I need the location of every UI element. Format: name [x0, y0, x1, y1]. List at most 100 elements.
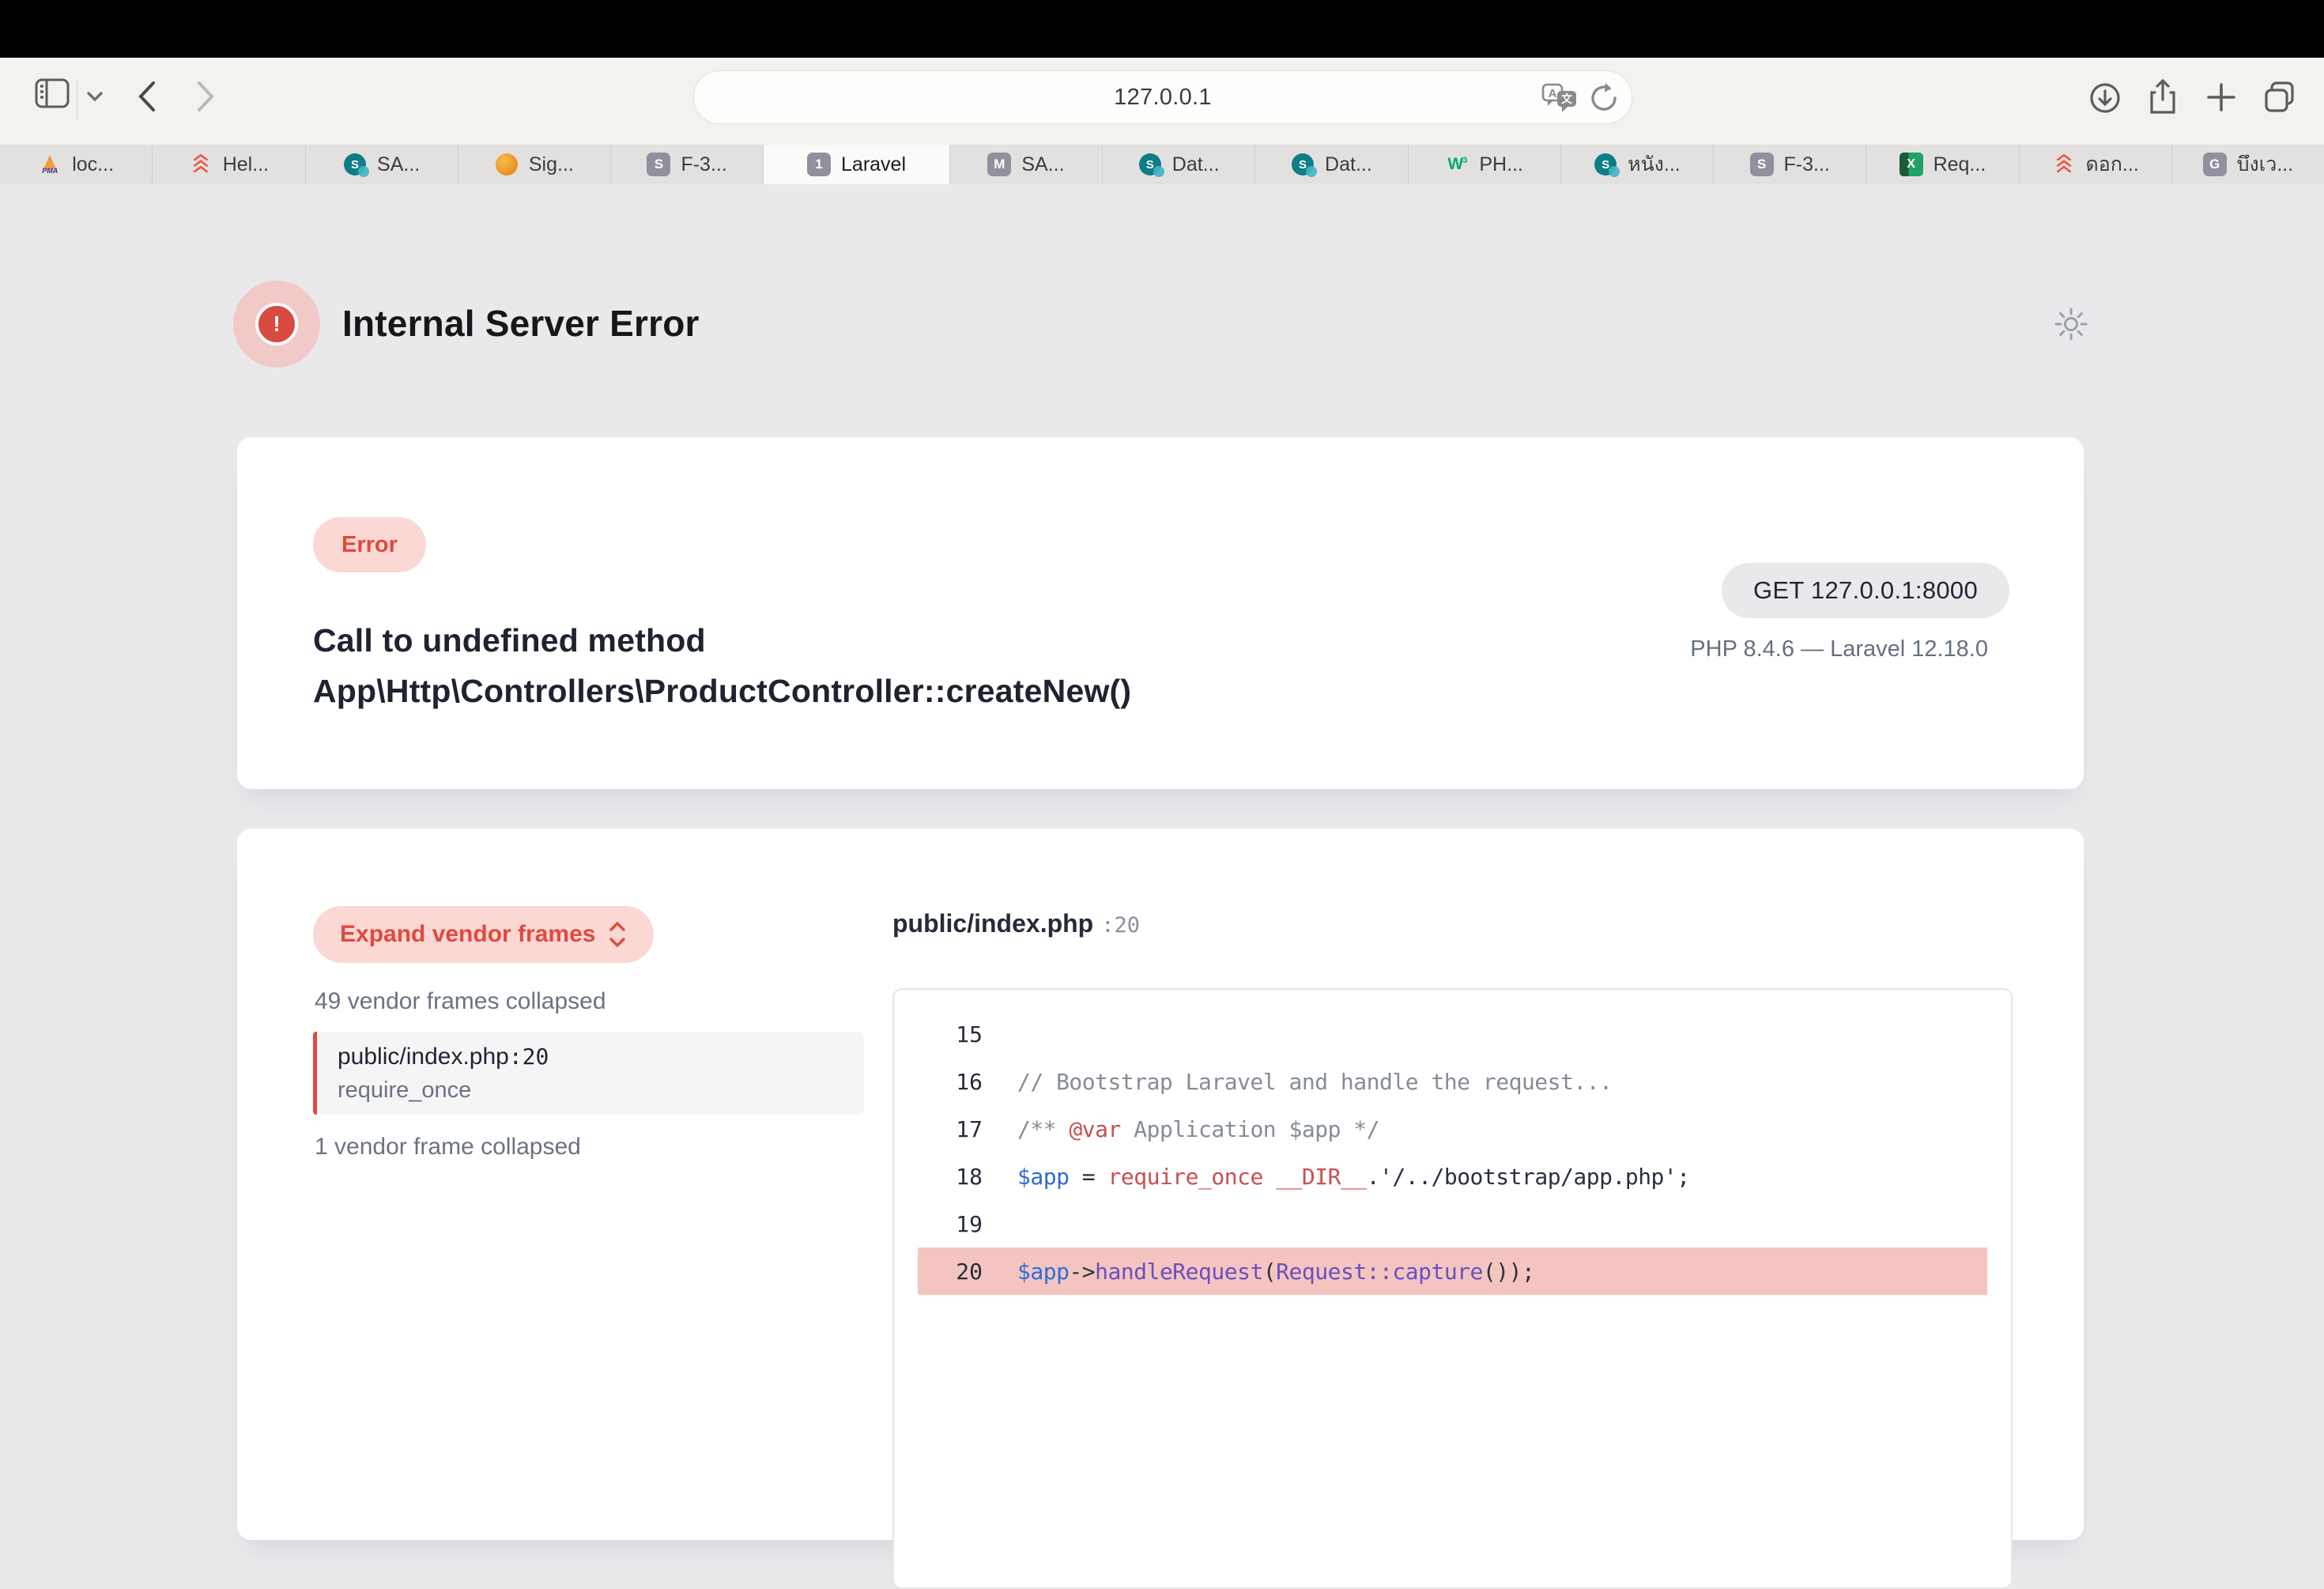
s-gray-favicon: S	[647, 153, 670, 176]
expand-vendor-frames-label: Expand vendor frames	[340, 921, 595, 948]
downloads-button[interactable]	[2088, 81, 2122, 115]
browser-tab[interactable]: ดอก...	[2020, 145, 2172, 184]
code-file-name: public/index.php	[892, 909, 1093, 938]
sharepoint-favicon: S	[1138, 153, 1162, 176]
code-file-header: public/index.php :20	[892, 909, 1140, 938]
tab-label: ดอก...	[2086, 149, 2139, 180]
share-button[interactable]	[2147, 79, 2179, 115]
browser-toolbar: 127.0.0.1 A 文	[0, 58, 2324, 145]
browser-tab[interactable]: S Dat...	[1255, 145, 1408, 184]
code-text: // Bootstrap Laravel and handle the requ…	[1017, 1069, 1612, 1095]
browser-tab[interactable]: Hel...	[153, 145, 305, 184]
browser-tab[interactable]: Gบึงเว...	[2172, 145, 2324, 184]
sharepoint-favicon: S	[343, 153, 367, 176]
browser-tab[interactable]: S SA...	[306, 145, 458, 184]
reload-icon[interactable]	[1589, 81, 1619, 113]
tab-label: บึงเว...	[2237, 149, 2294, 180]
forward-button[interactable]	[194, 80, 217, 113]
browser-tab[interactable]: W3 PH...	[1409, 145, 1561, 184]
tab-label: Dat...	[1325, 153, 1372, 176]
tab-overview-button[interactable]	[2262, 80, 2297, 115]
code-line: 18 $app = require_once __DIR__.'/../boots…	[918, 1153, 1987, 1200]
exclamation-icon: !	[255, 303, 298, 345]
m-gray-favicon: M	[987, 153, 1011, 176]
stack-trace-card: Expand vendor frames 49 vendor frames co…	[237, 828, 2084, 1540]
line-number: 17	[918, 1116, 983, 1142]
tab-label: F-3...	[681, 153, 726, 176]
sidebar-menu-chevron-icon[interactable]	[85, 91, 104, 103]
tab-label: SA...	[377, 153, 420, 176]
line-number: 20	[918, 1259, 983, 1285]
exception-card: Error Call to undefined method App\Http\…	[237, 437, 2084, 789]
chevron-up-down-icon	[608, 920, 627, 949]
line-number: 19	[918, 1211, 983, 1237]
code-file-line: :20	[1101, 913, 1140, 938]
browser-tab[interactable]: 1 Laravel	[764, 145, 950, 184]
tab-label: หนัง...	[1628, 149, 1681, 180]
browser-tab[interactable]: X Req...	[1866, 145, 2019, 184]
browser-tab[interactable]: S Dat...	[1103, 145, 1255, 184]
exception-message-line1: Call to undefined method	[313, 615, 1131, 666]
url-text: 127.0.0.1	[1114, 85, 1212, 111]
theme-toggle-sun-icon[interactable]	[2052, 305, 2090, 343]
laravel-favicon	[189, 153, 213, 176]
browser-tab[interactable]: S F-3...	[611, 145, 764, 184]
expand-vendor-frames-button[interactable]: Expand vendor frames	[313, 906, 654, 963]
browser-tab[interactable]: S หนัง...	[1561, 145, 1714, 184]
excel-favicon: X	[1900, 153, 1923, 176]
tab-label: loc...	[72, 153, 114, 176]
pma-favicon: PMA	[38, 153, 62, 176]
sharepoint-favicon: S	[1594, 153, 1617, 176]
vendor-frames-collapsed-bottom: 1 vendor frame collapsed	[315, 1134, 581, 1161]
tab-label: F-3...	[1784, 153, 1830, 176]
code-text: $app = require_once __DIR__.'/../bootstr…	[1017, 1164, 1690, 1190]
error-type-badge: Error	[313, 517, 426, 572]
tab-bar: PMA loc... Hel... S SA... Sig... S F-3... 1 Larav…	[0, 145, 2324, 184]
line-number: 16	[918, 1069, 983, 1095]
php-laravel-versions: PHP 8.4.6 — Laravel 12.18.0	[1690, 636, 1988, 662]
tab-label: Req...	[1934, 153, 1986, 176]
tab-label: Laravel	[841, 153, 906, 176]
exception-message-line2: App\Http\Controllers\ProductController::…	[313, 666, 1131, 716]
page-title: Internal Server Error	[342, 302, 700, 345]
sharepoint-favicon: S	[1291, 153, 1315, 176]
browser-tab[interactable]: S F-3...	[1714, 145, 1866, 184]
code-line: 15	[918, 1010, 1987, 1058]
laravel-favicon	[2052, 153, 2076, 176]
sidebar-toggle-icon[interactable]	[35, 78, 70, 108]
stack-frame-item[interactable]: public/index.php:20 require_once	[313, 1032, 864, 1115]
svg-text:A: A	[1549, 87, 1557, 100]
tab-label: Dat...	[1172, 153, 1220, 176]
browser-tab[interactable]: M SA...	[950, 145, 1103, 184]
browser-tab[interactable]: PMA loc...	[0, 145, 153, 184]
line-number: 18	[918, 1164, 983, 1190]
translate-icon[interactable]: A 文	[1541, 81, 1578, 113]
s-gray-favicon: S	[1750, 153, 1774, 176]
browser-tab[interactable]: Sig...	[458, 145, 611, 184]
address-bar[interactable]: 127.0.0.1 A 文	[693, 70, 1632, 124]
new-tab-button[interactable]	[2205, 81, 2237, 113]
one-gray-favicon: 1	[807, 153, 831, 176]
code-line: 19	[918, 1200, 1987, 1247]
line-number: 15	[918, 1021, 983, 1047]
code-line: 16 // Bootstrap Laravel and handle the re…	[918, 1058, 1987, 1105]
tab-label: PH...	[1479, 153, 1523, 176]
error-status-icon: !	[233, 281, 320, 368]
code-snippet-panel[interactable]: 15 16 // Bootstrap Laravel and handle the …	[892, 988, 2013, 1589]
svg-text:文: 文	[1561, 92, 1573, 106]
code-text: $app->handleRequest(Request::capture());	[1017, 1259, 1534, 1285]
code-line: 17 /** @var Application $app */	[918, 1105, 1987, 1153]
stack-frame-function: require_once	[338, 1078, 864, 1104]
code-line-highlighted: 20 $app->handleRequest(Request::capture()…	[918, 1247, 1987, 1295]
request-method-badge: GET 127.0.0.1:8000	[1722, 563, 2009, 618]
tab-label: SA...	[1021, 153, 1064, 176]
back-button[interactable]	[136, 80, 158, 113]
vendor-frames-collapsed-top: 49 vendor frames collapsed	[315, 988, 606, 1015]
code-text: /** @var Application $app */	[1017, 1116, 1379, 1142]
stack-frame-file: public/index.php:20	[338, 1044, 864, 1070]
tab-label: Sig...	[529, 153, 574, 176]
menu-bar	[0, 0, 2324, 58]
w3-favicon: W3	[1445, 153, 1469, 176]
exception-message: Call to undefined method App\Http\Contro…	[313, 615, 1131, 716]
orange-ball-favicon	[495, 153, 519, 176]
